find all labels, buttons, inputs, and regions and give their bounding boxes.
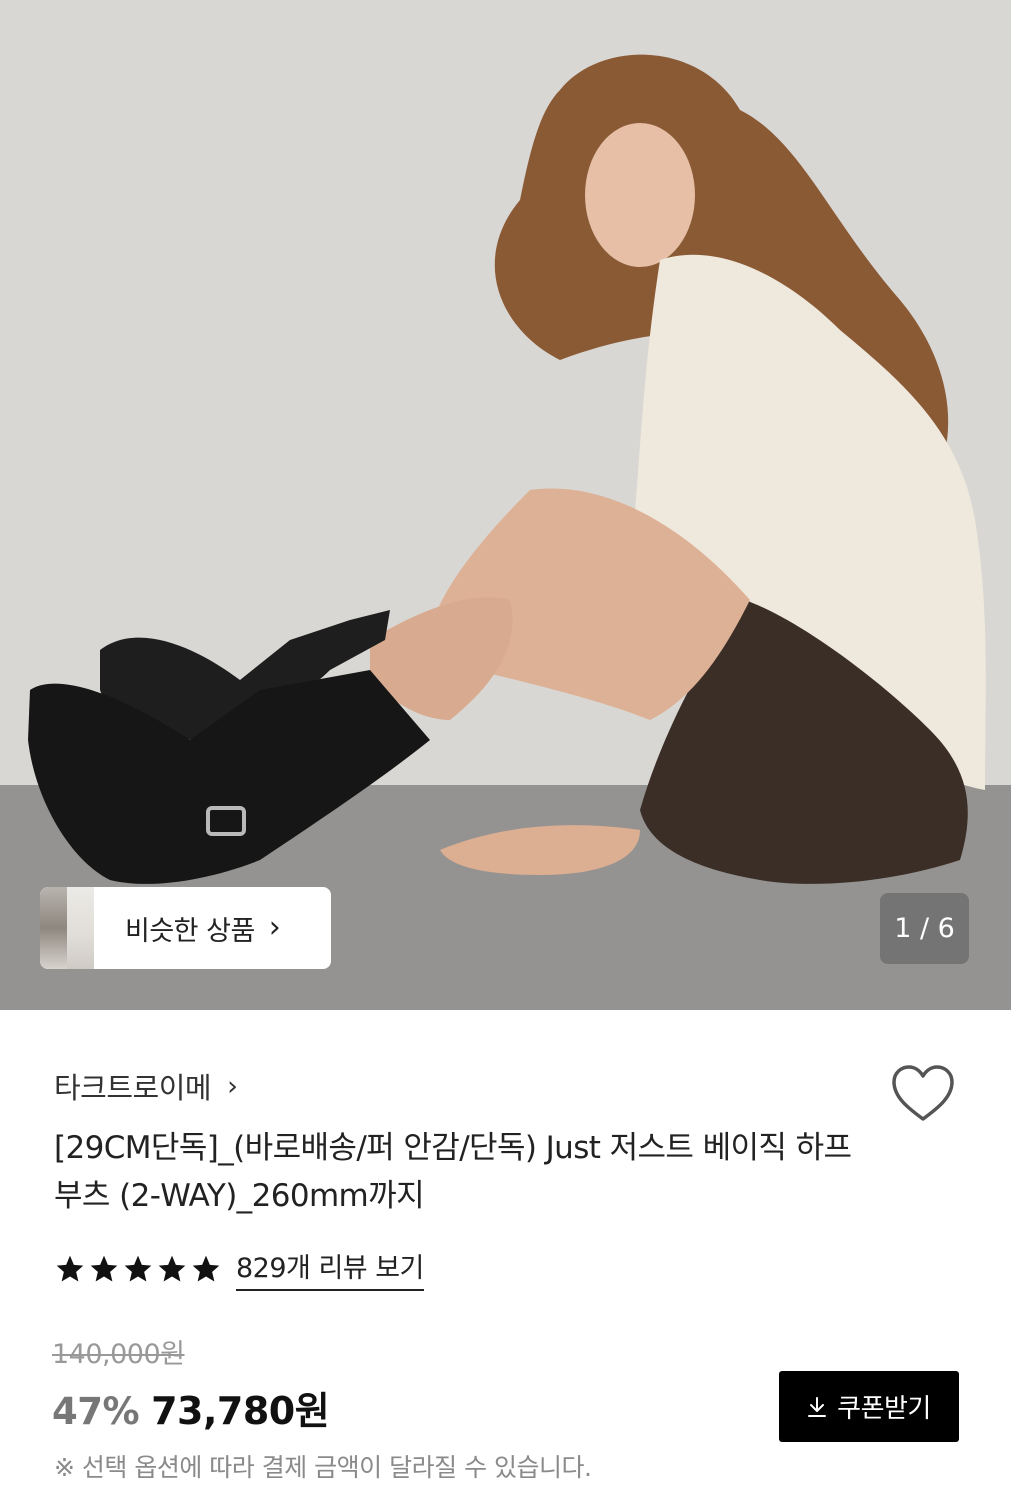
coupon-button-label: 쿠폰받기	[837, 1394, 931, 1424]
price-row: 47% 73,780원	[52, 1380, 330, 1435]
download-icon	[808, 1396, 827, 1417]
product-title: [29CM단독]_(바로배송/퍼 안감/단독) Just 저스트 베이직 하프 …	[54, 1130, 852, 1214]
chevron-right-icon: ›	[227, 1070, 238, 1102]
price-notice: ※ 선택 옵션에 따라 결제 금액이 달라질 수 있습니다.	[54, 1453, 592, 1482]
coupon-download-button[interactable]: 쿠폰받기	[779, 1371, 959, 1442]
product-image-carousel[interactable]: 비슷한 상품 › 1 / 6	[0, 0, 1011, 1010]
product-photo	[0, 0, 1011, 1010]
star-icon	[90, 1255, 118, 1282]
image-counter: 1 / 6	[880, 893, 969, 964]
star-icon	[56, 1255, 84, 1282]
star-icon	[192, 1255, 220, 1282]
star-icon	[124, 1255, 152, 1282]
review-link[interactable]: 829개 리뷰 보기	[236, 1246, 424, 1291]
brand-name: 타크트로이메	[54, 1071, 212, 1105]
chevron-right-icon: ›	[268, 910, 281, 945]
star-icon	[158, 1255, 186, 1282]
similar-products-button[interactable]: 비슷한 상품 ›	[40, 887, 331, 969]
similar-products-label: 비슷한 상품	[125, 915, 255, 947]
heart-icon[interactable]	[890, 1063, 956, 1123]
discount-rate: 47%	[52, 1390, 140, 1433]
rating-stars	[54, 1253, 222, 1285]
product-detail-page: 비슷한 상품 › 1 / 6 타크트로이메 › [29CM단독]_(바로배송/퍼…	[0, 0, 1011, 1500]
rating-row: 829개 리뷰 보기	[54, 1246, 424, 1291]
similar-products-thumbnail	[40, 887, 94, 969]
sale-price: 73,780원	[151, 1389, 330, 1433]
brand-link[interactable]: 타크트로이메 ›	[54, 1065, 238, 1107]
original-price: 140,000원	[52, 1339, 185, 1370]
